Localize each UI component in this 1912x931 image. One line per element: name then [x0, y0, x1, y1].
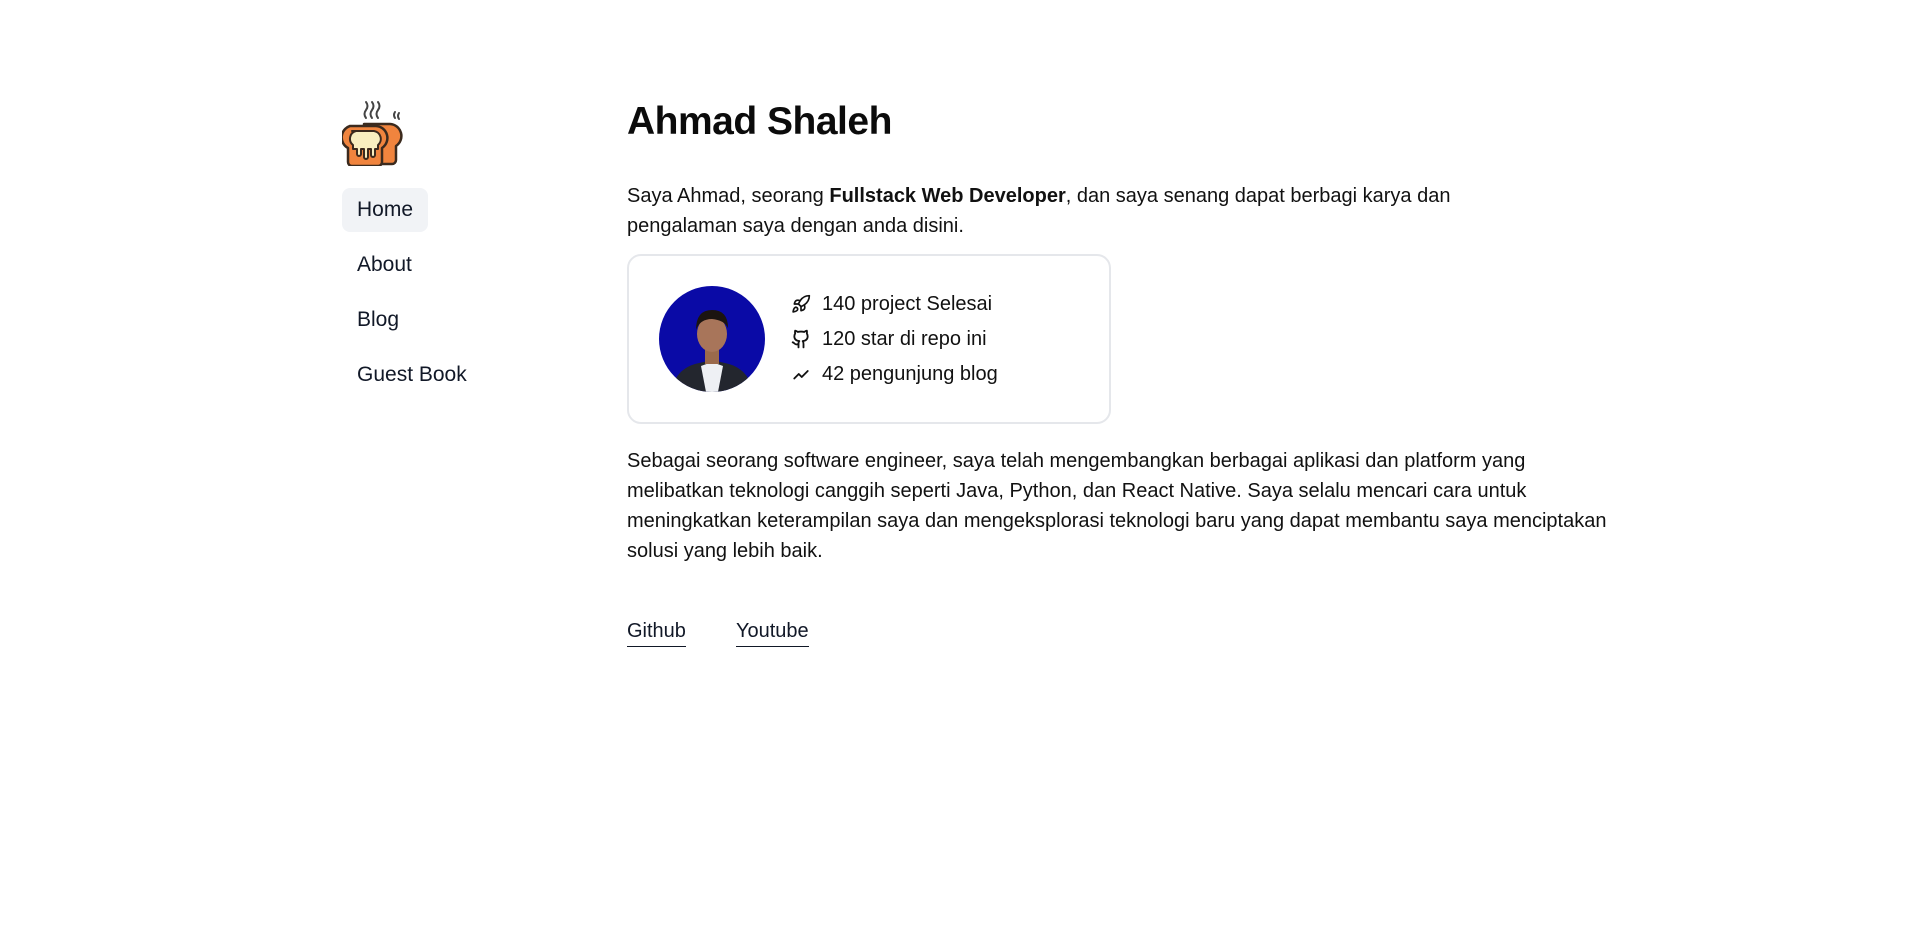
- sidebar: Home About Blog Guest Book: [342, 98, 572, 408]
- toast-bread-icon[interactable]: [342, 98, 406, 166]
- bio-text: Sebagai seorang software engineer, saya …: [627, 450, 1607, 562]
- intro-role: Fullstack Web Developer: [829, 185, 1066, 207]
- page: Home About Blog Guest Book Ahmad Shaleh …: [0, 0, 1912, 931]
- stat-stars-text: 120 star di repo ini: [822, 327, 987, 350]
- github-link[interactable]: Github: [627, 618, 686, 647]
- rocket-icon: [790, 293, 812, 315]
- main-nav: Home About Blog Guest Book: [342, 188, 572, 408]
- avatar: [659, 286, 765, 392]
- stat-visitors: 42 pengunjung blog: [790, 357, 998, 392]
- nav-item-blog[interactable]: Blog: [342, 298, 414, 342]
- stats-card: 140 project Selesai 120 star di repo ini: [627, 254, 1111, 424]
- stat-projects: 140 project Selesai: [790, 287, 998, 322]
- stat-visitors-text: 42 pengunjung blog: [822, 362, 998, 385]
- intro-text-before: Saya Ahmad, seorang: [627, 185, 830, 207]
- page-title: Ahmad Shaleh: [627, 100, 892, 143]
- social-links: Github Youtube: [627, 618, 1607, 647]
- nav-item-about[interactable]: About: [342, 243, 427, 287]
- main-content: Ahmad Shaleh Saya Ahmad, seorang Fullsta…: [627, 98, 1607, 647]
- stat-projects-text: 140 project Selesai: [822, 292, 993, 315]
- youtube-link[interactable]: Youtube: [735, 618, 809, 647]
- stats-list: 140 project Selesai 120 star di repo ini: [790, 287, 998, 392]
- github-icon: [790, 328, 812, 350]
- stat-stars: 120 star di repo ini: [790, 322, 998, 357]
- intro-text: Saya Ahmad, seorang Fullstack Web Develo…: [627, 181, 1527, 241]
- nav-item-guest-book[interactable]: Guest Book: [342, 353, 482, 397]
- nav-item-home[interactable]: Home: [342, 188, 429, 232]
- trending-up-icon: [790, 363, 812, 385]
